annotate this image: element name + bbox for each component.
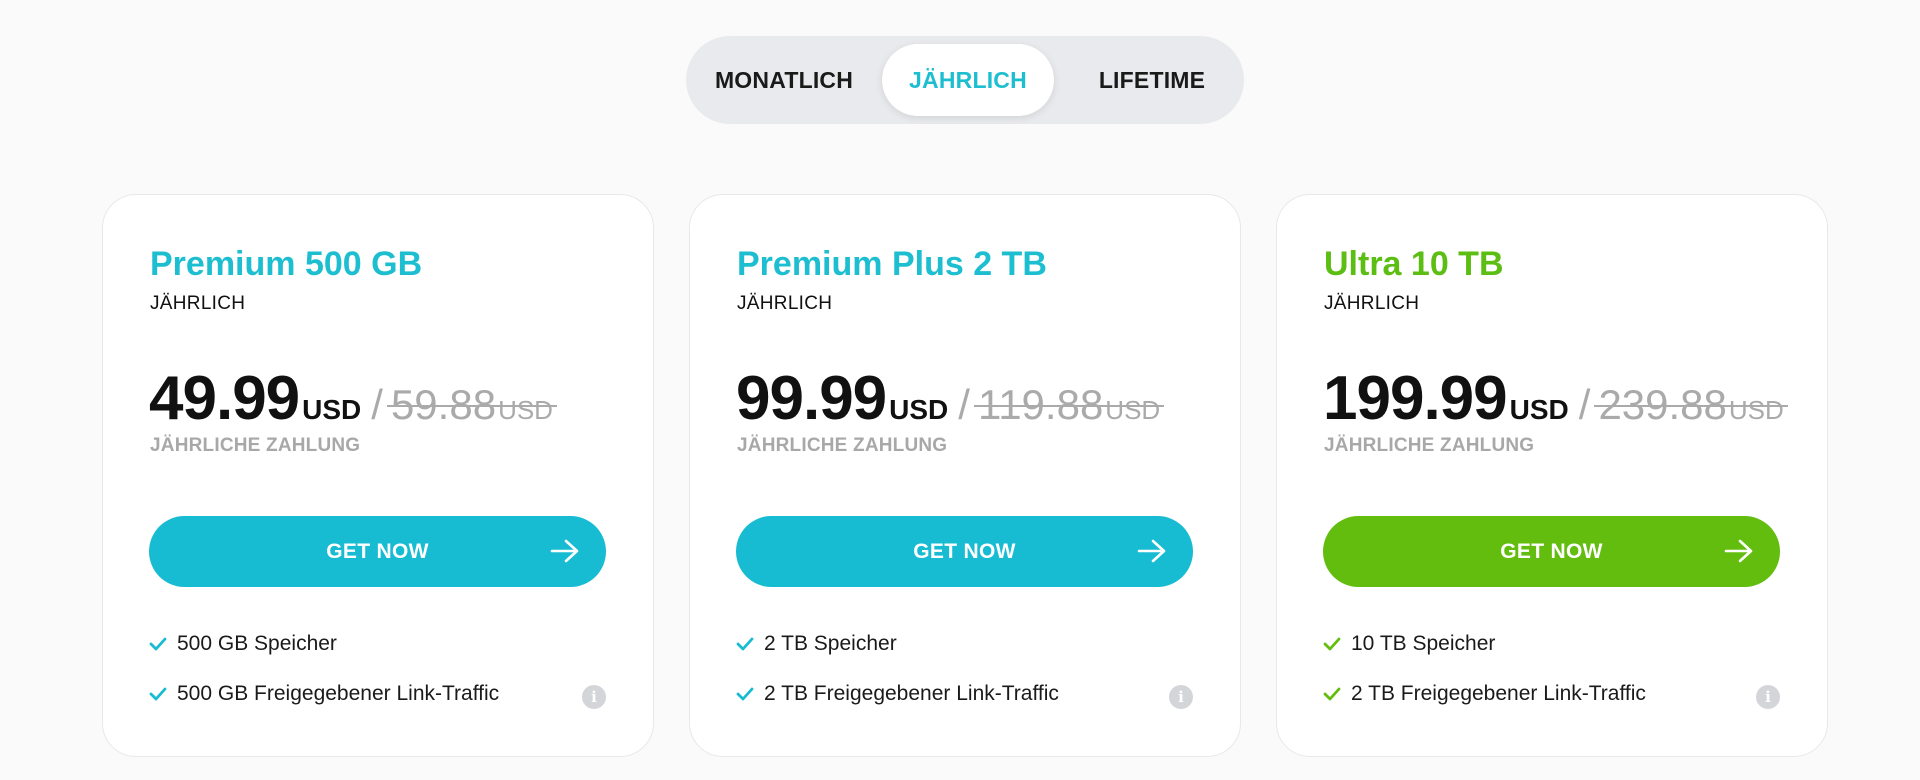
price-original: 59.88 USD [386,381,557,429]
feature-item: 500 GB Freigegebener Link-Traffic [149,682,499,706]
plan-title: Premium 500 GB [150,245,423,283]
plan-title: Ultra 10 TB [1324,245,1504,283]
strikethrough-line [386,405,557,407]
plan-card-premium-plus-2tb: Premium Plus 2 TB JÄHRLICH 99.99 USD / 1… [689,194,1241,757]
feature-label: 500 GB Freigegebener Link-Traffic [177,682,500,705]
check-icon [1323,637,1341,651]
price-original: 239.88 USD [1594,381,1788,429]
billing-period-toggle: MONATLICH JÄHRLICH LIFETIME [686,36,1244,124]
check-icon [736,637,754,651]
payment-note: JÄHRLICHE ZAHLUNG [150,435,361,456]
plan-title: Premium Plus 2 TB [737,245,1047,283]
price-row: 49.99 USD / 59.88 USD [149,363,557,434]
payment-note: JÄHRLICHE ZAHLUNG [737,435,948,456]
price-row: 199.99 USD / 239.88 USD [1323,363,1788,434]
strikethrough-line [1594,405,1788,407]
feature-label: 2 TB Freigegebener Link-Traffic [1351,682,1646,705]
price-separator: / [1578,381,1591,428]
feature-label: 2 TB Speicher [764,632,897,655]
price-currency: USD [1509,394,1569,425]
strikethrough-line [973,405,1165,407]
check-icon [149,687,167,701]
payment-note: JÄHRLICHE ZAHLUNG [1324,435,1535,456]
info-icon[interactable]: i [1169,685,1193,709]
toggle-yearly[interactable]: JÄHRLICH [882,44,1054,116]
get-now-button[interactable]: GET NOW [736,516,1193,587]
price-row: 99.99 USD / 119.88 USD [736,363,1165,434]
price-original: 119.88 USD [973,381,1165,429]
feature-item: 10 TB Speicher [1323,632,1495,656]
plan-card-ultra-10tb: Ultra 10 TB JÄHRLICH 199.99 USD / 239.88… [1276,194,1828,757]
check-icon [149,637,167,651]
feature-item: 2 TB Speicher [736,632,897,656]
plan-card-premium-500gb: Premium 500 GB JÄHRLICH 49.99 USD / 59.8… [102,194,654,757]
feature-label: 500 GB Speicher [177,632,337,655]
info-icon[interactable]: i [582,685,606,709]
feature-item: 2 TB Freigegebener Link-Traffic [1323,682,1646,706]
price-original-currency: USD [1105,395,1161,425]
get-now-button[interactable]: GET NOW [1323,516,1780,587]
plan-period: JÄHRLICH [150,293,246,314]
feature-label: 10 TB Speicher [1351,632,1496,655]
arrow-right-icon [550,539,579,563]
price-original-currency: USD [1728,395,1784,425]
check-icon [1323,687,1341,701]
price-currency: USD [302,394,362,425]
arrow-right-icon [1137,539,1166,563]
price-original-currency: USD [498,395,553,425]
price-current: 99.99 [736,364,887,433]
get-now-label: GET NOW [1500,539,1603,563]
check-icon [736,687,754,701]
feature-item: 2 TB Freigegebener Link-Traffic [736,682,1059,706]
get-now-label: GET NOW [326,539,429,563]
info-icon[interactable]: i [1756,685,1780,709]
get-now-button[interactable]: GET NOW [149,516,606,587]
arrow-right-icon [1724,539,1753,563]
price-separator: / [958,381,970,428]
price-current: 49.99 [149,364,300,433]
plan-period: JÄHRLICH [1324,293,1420,314]
price-current: 199.99 [1323,364,1508,433]
price-separator: / [371,381,383,428]
toggle-monthly[interactable]: MONATLICH [704,44,864,116]
feature-label: 2 TB Freigegebener Link-Traffic [764,682,1059,705]
feature-item: 500 GB Speicher [149,632,337,656]
get-now-label: GET NOW [913,539,1016,563]
plan-period: JÄHRLICH [737,293,833,314]
price-currency: USD [889,394,949,425]
toggle-lifetime[interactable]: LIFETIME [1074,44,1230,116]
